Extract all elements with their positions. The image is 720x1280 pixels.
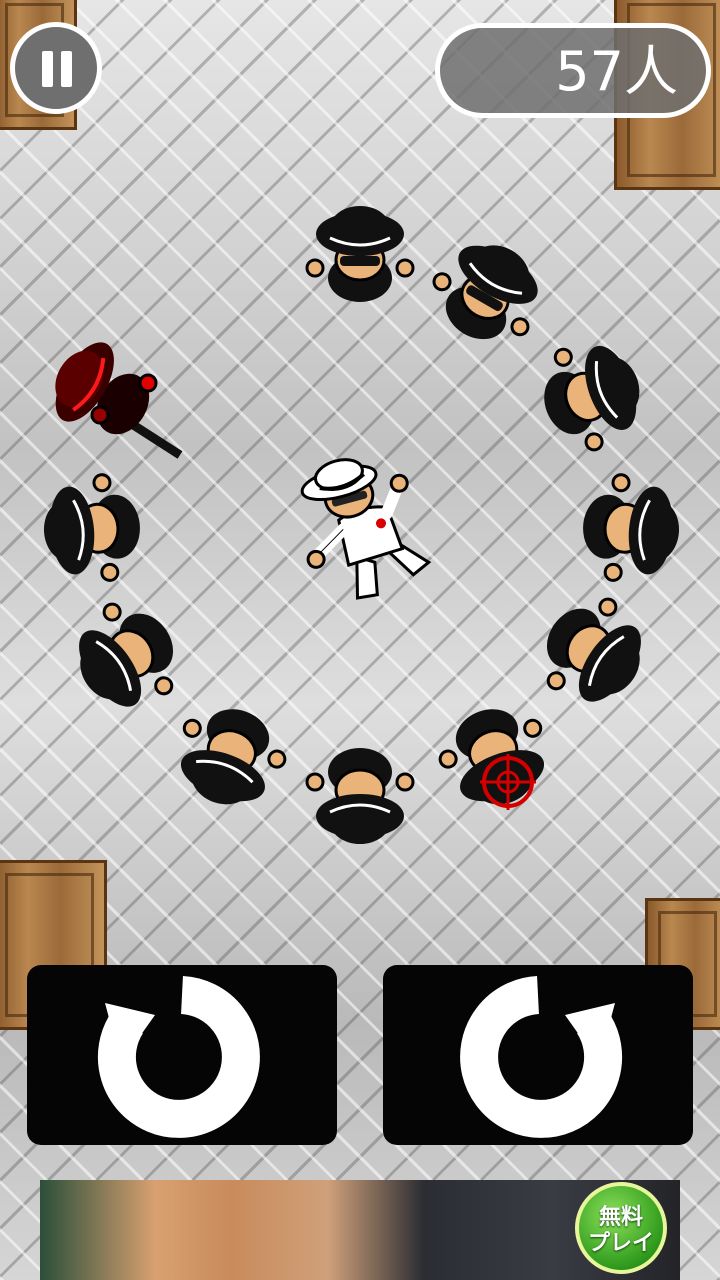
enemy-gangster	[305, 748, 415, 844]
enemy-gangster	[432, 245, 538, 340]
enemy-gangster	[546, 597, 641, 702]
rotate-clockwise-icon	[460, 976, 623, 1138]
survivor-count-text: 57人	[555, 40, 678, 103]
survivor-counter: 57人	[435, 23, 711, 118]
pause-button[interactable]	[10, 22, 102, 114]
enemy-gangster	[305, 206, 415, 302]
rotate-left-button[interactable]	[27, 965, 337, 1145]
rotate-right-button[interactable]	[383, 965, 693, 1145]
enemy-gangster	[43, 473, 140, 582]
free-play-badge[interactable]: 無料 プレイ	[575, 1182, 667, 1274]
enemy-gangster-targeted[interactable]	[438, 709, 560, 830]
enemy-gangster	[544, 345, 640, 452]
enemy-gangster	[180, 709, 287, 805]
player-character	[300, 458, 432, 600]
rotate-counterclockwise-icon	[97, 976, 260, 1138]
ad-banner[interactable]: 無料 プレイ	[40, 1180, 680, 1280]
enemy-gangster	[583, 473, 680, 582]
badge-line1: 無料	[598, 1204, 643, 1229]
enemy-shooter	[55, 342, 183, 459]
game-stage: 57人 無料 プレイ	[0, 0, 720, 1280]
enemy-gangster	[79, 602, 174, 707]
badge-line2: プレイ	[587, 1230, 654, 1255]
